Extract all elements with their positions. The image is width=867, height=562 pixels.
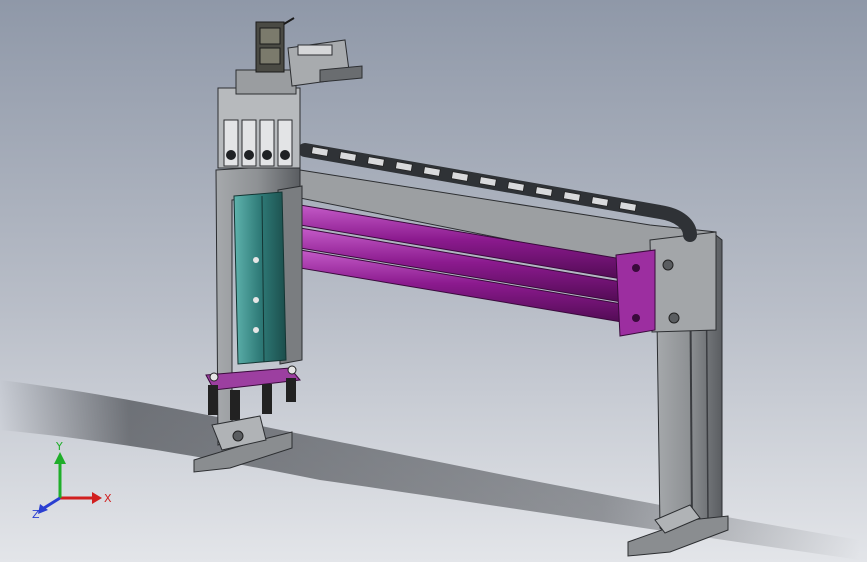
y-arrow-icon [54,452,66,464]
z-axis-label: Z [32,508,40,520]
x-arrow-icon [92,492,102,504]
cad-graphics-viewport[interactable]: X Y Z [0,0,867,562]
top-mount-plate[interactable] [287,39,363,87]
gantry-model-view[interactable] [0,0,867,562]
orientation-triad[interactable]: X Y Z [30,440,120,520]
floor-shadow [0,380,860,560]
x-axis-label: X [104,492,112,505]
sensor-module[interactable] [255,17,295,73]
valve-bank-icon[interactable] [217,69,301,169]
z-axis-icon [43,496,61,510]
y-axis-label: Y [55,440,63,453]
vertical-slide-icon[interactable] [233,191,287,365]
